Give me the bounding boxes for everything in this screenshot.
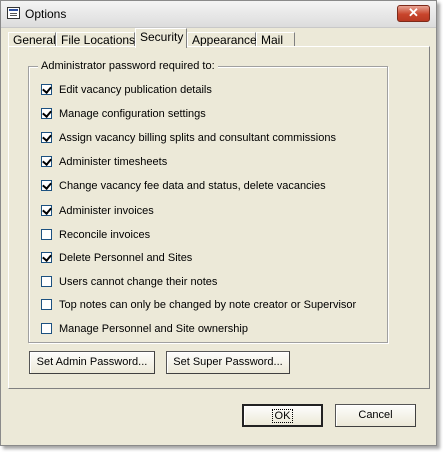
checkbox-label: Administer timesheets: [59, 156, 168, 168]
checkbox-box[interactable]: [41, 205, 52, 216]
ok-button[interactable]: OK: [242, 404, 323, 427]
checkbox-box[interactable]: [41, 276, 52, 287]
close-icon: ✕: [408, 5, 419, 20]
checkbox-box[interactable]: [41, 229, 52, 240]
checkbox-box[interactable]: [41, 156, 52, 167]
checkbox-label: Reconcile invoices: [59, 229, 151, 241]
checkbox-box[interactable]: [41, 180, 52, 191]
options-dialog: Options ✕ General File Locations Securit…: [0, 0, 437, 446]
set-super-password-button[interactable]: Set Super Password...: [166, 351, 290, 374]
checkbox-box[interactable]: [41, 252, 52, 263]
checkbox-label: Users cannot change their notes: [59, 276, 218, 288]
title-bar[interactable]: Options ✕: [1, 1, 436, 28]
checkbox-label: Top notes can only be changed by note cr…: [59, 299, 357, 311]
ok-button-label: OK: [271, 409, 294, 423]
checkbox-box[interactable]: [41, 84, 52, 95]
checkbox-label: Edit vacancy publication details: [59, 84, 212, 96]
checkbox-box[interactable]: [41, 108, 52, 119]
checkbox-label: Delete Personnel and Sites: [59, 252, 193, 264]
checkbox-label: Manage configuration settings: [59, 108, 206, 120]
admin-password-group-label: Administrator password required to:: [38, 60, 218, 72]
checkbox-box[interactable]: [41, 132, 52, 143]
checkbox-label: Change vacancy fee data and status, dele…: [59, 180, 326, 192]
tab-mail[interactable]: Mail: [256, 32, 295, 47]
app-window-icon: [7, 7, 20, 19]
checkbox-label: Administer invoices: [59, 205, 154, 217]
checkbox-box[interactable]: [41, 323, 52, 334]
checkbox-box[interactable]: [41, 299, 52, 310]
tab-general[interactable]: General: [8, 32, 56, 47]
close-button[interactable]: ✕: [397, 5, 430, 22]
checkbox-label: Assign vacancy billing splits and consul…: [59, 132, 336, 144]
set-admin-password-button[interactable]: Set Admin Password...: [29, 351, 155, 374]
tab-security[interactable]: Security: [135, 28, 187, 48]
checkbox-label: Manage Personnel and Site ownership: [59, 323, 248, 335]
cancel-button[interactable]: Cancel: [335, 404, 416, 427]
dialog-title: Options: [25, 7, 67, 21]
tab-appearance[interactable]: Appearance: [187, 32, 257, 47]
tab-file-locations[interactable]: File Locations: [56, 32, 135, 47]
